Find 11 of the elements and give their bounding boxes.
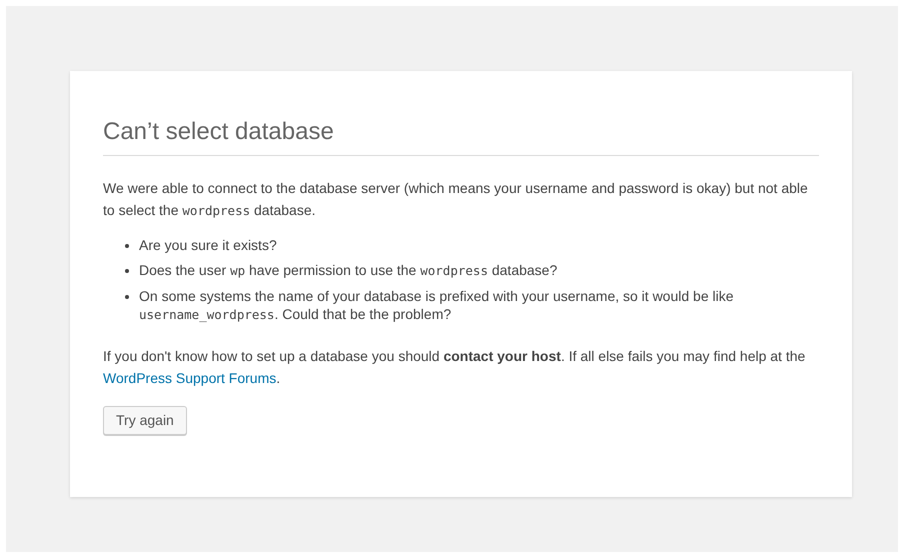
bullet-icon [125, 295, 129, 299]
checklist-item: Does the user wp have permission to use the wordpress database? [139, 261, 558, 280]
checklist-item: Are you sure it exists? [139, 236, 278, 254]
bullet-icon [125, 269, 129, 273]
help-message: If you don't know how to set up a database you should contact your host. If all else fails you may find help at the WordPress Support Forums. [103, 347, 806, 388]
error-title: Can’t select database [103, 117, 335, 147]
support-forums-link[interactable]: WordPress Support Forums [103, 370, 276, 386]
checklist-item: On some systems the name of your database is prefixed with your username, so it would be like username_wordpress. Could that be the problem? [139, 287, 735, 324]
try-again-button[interactable]: Try again [103, 406, 187, 435]
error-message: We were able to connect to the database server (which means your username and password is okay) but not able to select the wordpress database. [103, 179, 809, 220]
bullet-icon [125, 244, 129, 248]
